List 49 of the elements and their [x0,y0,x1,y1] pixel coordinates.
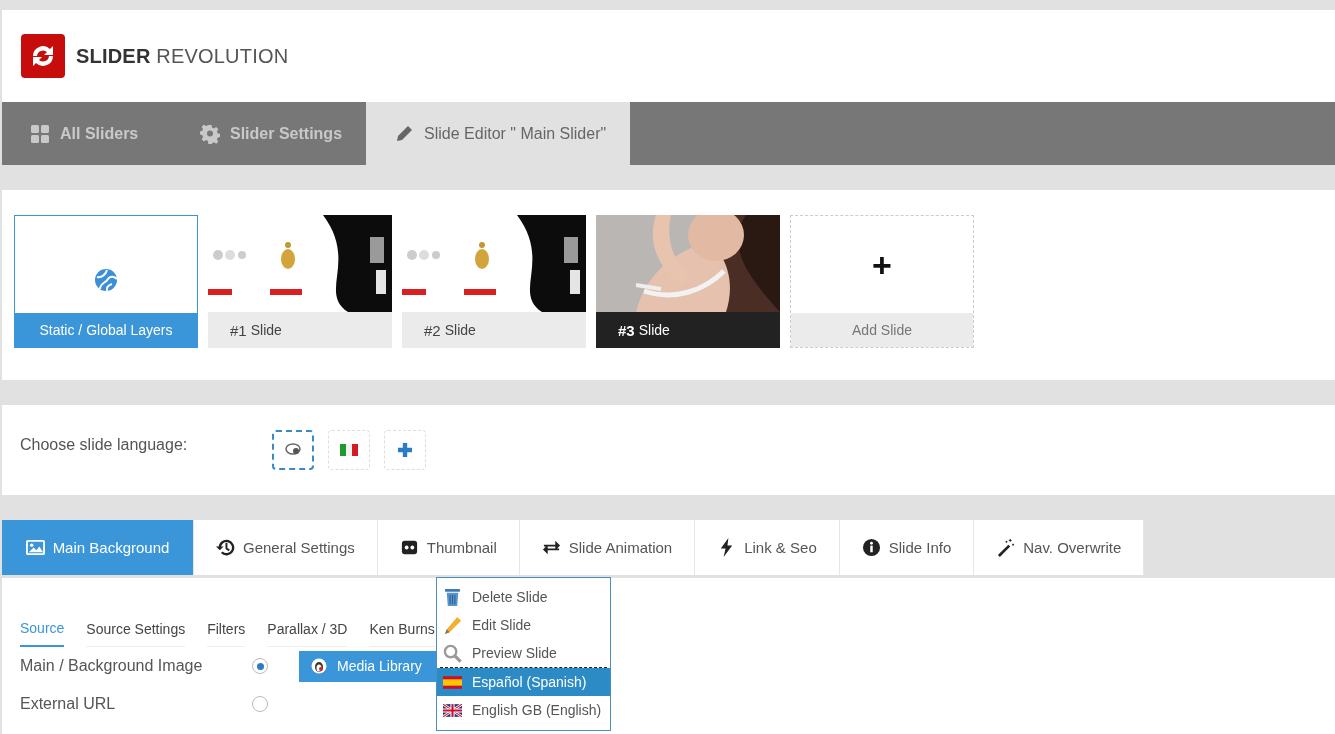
settings-tab[interactable]: Nav. Overwrite [974,520,1145,575]
settings-tab[interactable]: Slide Info [839,520,975,575]
image-icon [25,538,45,557]
uk-flag-icon [443,703,462,717]
sub-tab[interactable]: Source Settings [86,620,186,647]
language-label: Choose slide language: [20,436,189,454]
settings-tab[interactable]: General Settings [194,520,378,575]
menu-item[interactable]: Español (Spanish) [437,668,610,696]
pencil-icon [394,123,415,144]
thumbnail-icon [399,538,419,557]
slide-card[interactable]: #2 Slide [402,215,586,348]
italy-flag-icon [340,443,358,457]
arrows-icon [541,538,561,557]
add-icon: + [872,247,892,282]
option-label: Main / Background Image [20,657,204,675]
slide-card[interactable]: + Add Slide [790,215,974,348]
pencil-icon [443,615,462,635]
logo-text: SLIDER REVOLUTION [76,44,289,68]
spain-flag-icon [443,675,462,689]
plus-icon [396,443,414,457]
logo-icon [21,34,65,78]
trash-icon [443,587,462,607]
sub-tab[interactable]: Parallax / 3D [267,620,348,647]
slide-number: #2 [424,321,441,339]
slide-number: #3 [618,321,635,339]
search-icon [443,643,462,663]
grid-icon [30,123,50,144]
slide-card[interactable]: #3 Slide [596,215,780,348]
language-option[interactable] [272,430,314,470]
wand-icon [996,538,1016,557]
slide-label: Slide [444,322,476,338]
settings-tab[interactable]: Link & Seo [695,520,840,575]
slide-label: Slide [250,322,282,338]
gear-icon [200,123,220,144]
slide-label: Add Slide [852,322,912,338]
slide-label: Slide [638,322,670,338]
slide-label: Static / Global Layers [39,322,173,338]
speech-bubble-icon [284,443,302,457]
info-icon [861,538,881,557]
globe-icon [94,267,118,292]
settings-tab[interactable]: Slide Animation [519,520,696,575]
settings-tab[interactable]: Thumbnail [377,520,520,575]
slide-number: #1 [230,321,247,339]
nav-tab[interactable]: Slide Editor " Main Slider" [366,102,631,165]
slide-card[interactable]: #1 Slide [208,215,392,348]
history-icon [216,538,235,557]
sub-tab[interactable]: Ken Burns [369,620,435,647]
sub-tab[interactable]: Filters [207,620,246,647]
option-label: External URL [20,695,117,713]
